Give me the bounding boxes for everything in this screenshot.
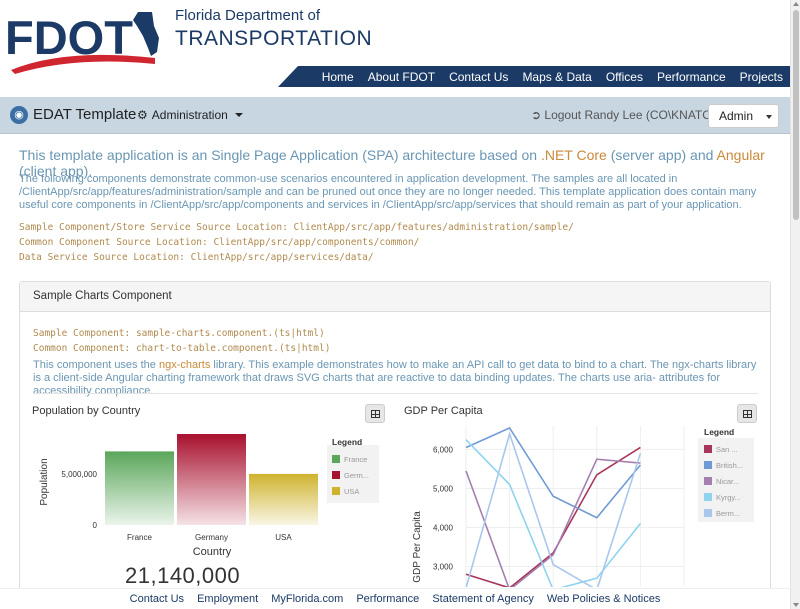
- intro-lead-text-2: (server app) and: [606, 147, 717, 163]
- legend-swatch: [704, 477, 712, 485]
- administration-label: Administration: [151, 108, 228, 122]
- dotnet-core-highlight: .NET Core: [540, 147, 607, 163]
- agency-name-large: TRANSPORTATION: [175, 27, 373, 50]
- ngx-charts-link[interactable]: ngx-charts: [159, 359, 210, 371]
- role-select[interactable]: Admin: [708, 104, 779, 128]
- site-footer: Contact Us Employment MyFlorida.com Perform…: [0, 588, 790, 609]
- legend-swatch: [332, 471, 340, 479]
- y-axis-label: Population: [39, 458, 50, 505]
- legend-item-label[interactable]: USA: [344, 487, 359, 496]
- legend-title: Legend: [332, 437, 362, 447]
- app-toolbar: ◉ EDAT Template ⚙ Administration ➲ Logou…: [0, 97, 790, 134]
- card-code-sample: Sample Component: sample-charts.componen…: [33, 328, 325, 339]
- y-tick-label: 6,000: [433, 445, 454, 454]
- x-tick-label: France: [127, 533, 152, 542]
- card-code-common: Common Component: chart-to-table.compone…: [33, 343, 331, 354]
- legend-item-label[interactable]: France: [344, 455, 367, 464]
- gdp-table-toggle-button[interactable]: [737, 404, 757, 423]
- nav-link-about-fdot[interactable]: About FDOT: [361, 70, 442, 84]
- administration-menu[interactable]: ⚙ Administration: [137, 108, 243, 122]
- footer-link-web-policies-notices[interactable]: Web Policies & Notices: [547, 593, 661, 605]
- source-location-common: Common Component Source Location: Client…: [19, 237, 420, 248]
- legend-item-label[interactable]: British...: [716, 461, 743, 470]
- legend-swatch: [704, 493, 712, 501]
- card-title: Sample Charts Component: [33, 290, 172, 302]
- angular-highlight: Angular: [716, 147, 765, 163]
- legend-item-label[interactable]: Nicar...: [716, 477, 739, 486]
- footer-link-performance[interactable]: Performance: [356, 593, 419, 605]
- logout-link[interactable]: ➲ Logout Randy Lee (CO\KNATCRL): [531, 108, 730, 122]
- app-title[interactable]: EDAT Template: [33, 106, 136, 123]
- y-axis-label: GDP Per Capita: [412, 511, 423, 583]
- nav-link-performance[interactable]: Performance: [650, 70, 733, 84]
- x-tick-label: USA: [275, 533, 292, 542]
- fdot-logo[interactable]: FDOT: [5, 4, 165, 74]
- population-chart-title: Population by Country: [32, 405, 141, 417]
- footer-link-employment[interactable]: Employment: [197, 593, 258, 605]
- bar-france[interactable]: [105, 451, 174, 525]
- y-tick-label: 3,000: [433, 562, 454, 571]
- bar-germany[interactable]: [177, 434, 246, 525]
- scroll-thumb[interactable]: [793, 10, 799, 220]
- legend-swatch: [332, 487, 340, 495]
- legend-item-label[interactable]: Berm...: [716, 509, 740, 518]
- intro-lead-text-1: This template application is an Single P…: [19, 147, 541, 163]
- footer-link-contact-us[interactable]: Contact Us: [130, 593, 184, 605]
- intro-body: The following components demonstrate com…: [19, 173, 757, 211]
- nav-link-offices[interactable]: Offices: [599, 70, 650, 84]
- cogs-icon: ⚙: [137, 108, 148, 122]
- divider: [33, 393, 758, 394]
- legend-item-label[interactable]: Kyrgy...: [716, 493, 741, 502]
- scroll-down-arrow-icon[interactable]: [793, 603, 799, 607]
- nav-link-home[interactable]: Home: [315, 70, 361, 84]
- legend-swatch: [704, 509, 712, 517]
- role-selected-value: Admin: [719, 109, 754, 123]
- top-navigation: Home About FDOT Contact Us Maps & Data Offic…: [278, 66, 790, 87]
- legend-swatch: [704, 445, 712, 453]
- gdp-chart-title: GDP Per Capita: [404, 405, 483, 417]
- y-tick-label: 5,000: [433, 484, 454, 493]
- sign-out-icon: ➲: [531, 108, 542, 122]
- y-tick-label: 4,000: [433, 523, 454, 532]
- agency-name-small: Florida Department of: [175, 7, 321, 24]
- page-scrollbar[interactable]: [790, 0, 800, 609]
- caret-down-icon: [234, 113, 243, 117]
- footer-link-statement-of-agency[interactable]: Statement of Agency: [432, 593, 534, 605]
- table-icon: [743, 410, 752, 418]
- legend-title: Legend: [704, 427, 734, 437]
- source-location-data: Data Service Source Location: ClientApp/…: [19, 252, 374, 263]
- table-icon: [371, 410, 380, 418]
- legend-swatch: [332, 455, 340, 463]
- population-table-toggle-button[interactable]: [365, 404, 385, 423]
- app-globe-icon: ◉: [10, 106, 28, 124]
- site-header: FDOT Florida Department of TRANSPORTATIO…: [0, 0, 790, 88]
- bar-usa[interactable]: [249, 473, 318, 525]
- legend-item-label[interactable]: San ...: [716, 445, 738, 454]
- scroll-up-arrow-icon[interactable]: [793, 2, 799, 6]
- y-tick-label: 0: [93, 521, 98, 530]
- legend-item-label[interactable]: Germ...: [344, 471, 369, 480]
- logout-label: Logout Randy Lee (CO\KNATCRL): [544, 108, 731, 122]
- nav-link-maps-data[interactable]: Maps & Data: [515, 70, 598, 84]
- card-desc-text-1: This component uses the: [33, 359, 159, 371]
- nav-link-projects[interactable]: Projects: [733, 70, 790, 84]
- source-location-sample: Sample Component/Store Service Source Lo…: [19, 222, 574, 233]
- x-axis-label: Country: [193, 546, 232, 558]
- total-population-value: 21,140,000: [125, 563, 241, 588]
- footer-link-myflorida-com[interactable]: MyFlorida.com: [271, 593, 343, 605]
- x-tick-label: Germany: [195, 533, 228, 542]
- nav-link-contact-us[interactable]: Contact Us: [442, 70, 515, 84]
- y-tick-label: 5,000,000: [61, 470, 97, 479]
- card-header: Sample Charts Component: [20, 282, 770, 312]
- select-arrow-icon: [766, 115, 772, 119]
- legend-swatch: [704, 461, 712, 469]
- gdp-line-chart: 3,000 4,000 5,000 6,000 GDP Per Capita Legend…: [412, 426, 754, 587]
